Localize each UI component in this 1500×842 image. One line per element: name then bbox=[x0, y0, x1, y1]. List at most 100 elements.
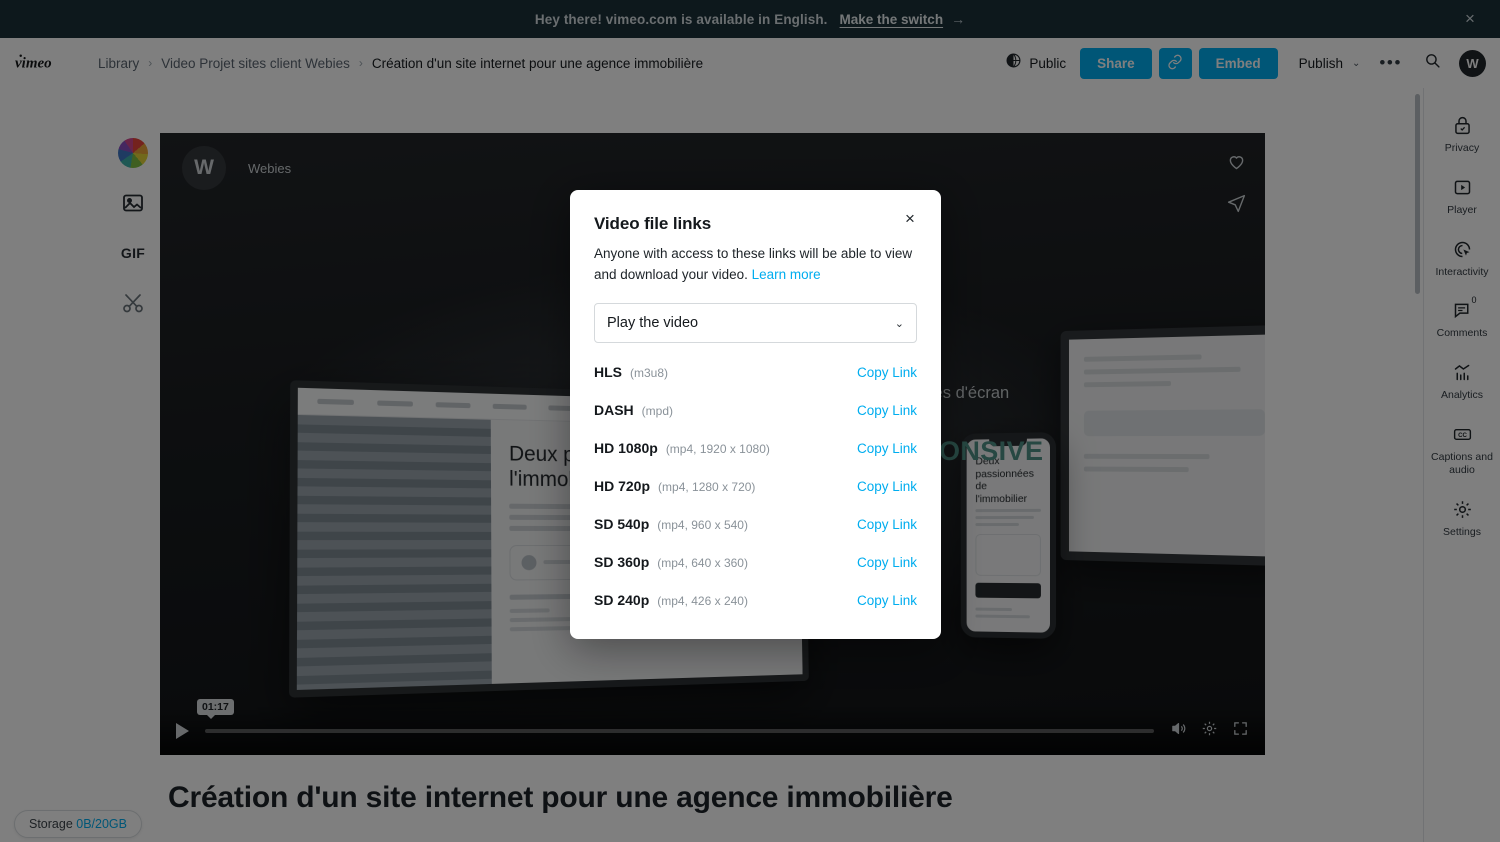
close-icon[interactable]: × bbox=[899, 208, 921, 230]
app-root: Hey there! vimeo.com is available in Eng… bbox=[0, 0, 1500, 842]
publish-button[interactable]: Publish ⌄ bbox=[1289, 48, 1367, 79]
copy-link-button[interactable]: Copy Link bbox=[857, 403, 917, 418]
copy-link-button[interactable]: Copy Link bbox=[857, 479, 917, 494]
modal-header: Video file links × bbox=[570, 209, 941, 234]
file-link-meta: (mpd) bbox=[641, 404, 674, 419]
page-title: Création d'un site internet pour une age… bbox=[168, 781, 953, 814]
link-type-select[interactable]: Play the video ⌄ bbox=[594, 303, 917, 344]
privacy-status[interactable]: Public bbox=[1005, 52, 1066, 74]
sidebar-label: Settings bbox=[1443, 525, 1481, 538]
copy-link-button[interactable]: Copy Link bbox=[857, 555, 917, 570]
player-icon bbox=[1452, 176, 1473, 199]
svg-text:vimeo: vimeo bbox=[15, 56, 52, 72]
gif-label: GIF bbox=[120, 245, 146, 261]
copy-link-button[interactable] bbox=[1158, 47, 1192, 79]
file-link-meta: (m3u8) bbox=[630, 366, 669, 381]
gear-icon bbox=[1452, 498, 1473, 521]
gif-icon[interactable]: GIF bbox=[116, 236, 150, 270]
copy-link-button[interactable]: Copy Link bbox=[857, 593, 917, 608]
captions-icon: CC bbox=[1452, 423, 1473, 446]
file-link-meta: (mp4, 960 x 540) bbox=[657, 518, 748, 533]
language-banner-message: Hey there! vimeo.com is available in Eng… bbox=[534, 11, 828, 27]
sidebar-item-interactivity[interactable]: Interactivity bbox=[1427, 238, 1497, 279]
lock-icon bbox=[1452, 114, 1473, 137]
sidebar-label: Privacy bbox=[1444, 142, 1480, 154]
close-icon[interactable]: × bbox=[1460, 9, 1480, 29]
file-link-meta: (mp4, 1280 x 720) bbox=[658, 480, 756, 495]
user-avatar[interactable]: W bbox=[1459, 49, 1486, 77]
learn-more-link[interactable]: Learn more bbox=[752, 267, 821, 282]
link-icon bbox=[1167, 54, 1183, 73]
sidebar-item-comments[interactable]: 0 Comments bbox=[1427, 295, 1497, 340]
share-arrow-icon[interactable] bbox=[1226, 193, 1247, 219]
play-button[interactable] bbox=[176, 723, 189, 739]
gear-icon[interactable] bbox=[1201, 720, 1218, 742]
copy-link-button[interactable]: Copy Link bbox=[857, 365, 917, 380]
file-link-name: SD 240p bbox=[594, 592, 650, 609]
breadcrumb-item-library[interactable]: Library bbox=[98, 56, 139, 71]
copy-link-button[interactable]: Copy Link bbox=[857, 441, 917, 456]
file-link-name: SD 540p bbox=[594, 516, 650, 533]
sidebar-item-settings[interactable]: Settings bbox=[1427, 498, 1497, 539]
sidebar-item-player[interactable]: Player bbox=[1427, 176, 1497, 217]
file-link-row: SD 360p (mp4, 640 x 360) Copy Link bbox=[570, 543, 941, 581]
channel-name[interactable]: Webies bbox=[248, 161, 291, 176]
file-links-list: HLS (m3u8) Copy Link DASH (mpd) Copy Lin… bbox=[570, 353, 941, 619]
modal-select-wrapper: Play the video ⌄ bbox=[570, 285, 941, 344]
more-options-button[interactable]: ••• bbox=[1366, 48, 1415, 79]
chevron-down-icon: ⌄ bbox=[894, 317, 904, 330]
color-wheel-icon[interactable] bbox=[116, 136, 150, 170]
storage-indicator[interactable]: Storage 0B/20GB bbox=[14, 810, 142, 838]
comments-icon: 0 bbox=[1452, 295, 1477, 322]
make-the-switch-link[interactable]: Make the switch bbox=[840, 12, 944, 27]
thumbnail-icon[interactable] bbox=[116, 186, 150, 220]
vimeo-logo[interactable]: vimeo bbox=[14, 51, 76, 75]
main-header: vimeo Library › Video Projet sites clien… bbox=[0, 38, 1500, 88]
sidebar-item-captions[interactable]: CC Captions and audio bbox=[1427, 423, 1497, 477]
analytics-icon bbox=[1452, 361, 1473, 384]
file-link-meta: (mp4, 1920 x 1080) bbox=[665, 442, 770, 457]
file-link-name: SD 360p bbox=[594, 554, 650, 571]
file-link-name: DASH bbox=[594, 402, 634, 419]
sidebar-item-analytics[interactable]: Analytics bbox=[1427, 361, 1497, 402]
language-banner: Hey there! vimeo.com is available in Eng… bbox=[0, 0, 1500, 38]
player-side-actions bbox=[1226, 151, 1247, 219]
player-controls: 01:17 bbox=[160, 699, 1265, 755]
globe-icon bbox=[1005, 52, 1022, 74]
file-link-row: SD 240p (mp4, 426 x 240) Copy Link bbox=[570, 581, 941, 619]
publish-label: Publish bbox=[1298, 55, 1343, 71]
chevron-right-icon: › bbox=[358, 56, 363, 70]
video-file-links-modal: Video file links × Anyone with access to… bbox=[570, 190, 941, 640]
embed-button[interactable]: Embed bbox=[1198, 47, 1278, 79]
storage-label: Storage bbox=[29, 817, 73, 831]
tablet-mockup bbox=[1060, 324, 1265, 567]
search-icon bbox=[1424, 52, 1441, 74]
arrow-right-icon: → bbox=[951, 11, 966, 27]
storage-value: 0B/20GB bbox=[76, 817, 127, 831]
page-scrollbar[interactable] bbox=[1415, 94, 1420, 294]
share-button[interactable]: Share bbox=[1080, 47, 1152, 79]
search-button[interactable] bbox=[1417, 48, 1447, 78]
file-link-meta: (mp4, 426 x 240) bbox=[657, 594, 748, 609]
file-link-row: HLS (m3u8) Copy Link bbox=[570, 353, 941, 391]
heart-icon[interactable] bbox=[1226, 151, 1247, 177]
settings-sidebar: Privacy Player Interactivity 0 Comments … bbox=[1424, 88, 1500, 842]
sidebar-label: Captions and audio bbox=[1431, 450, 1493, 476]
chevron-down-icon: ⌄ bbox=[1351, 57, 1361, 69]
volume-icon[interactable] bbox=[1170, 720, 1187, 742]
trim-scissors-icon[interactable] bbox=[116, 286, 150, 320]
file-link-row: HD 720p (mp4, 1280 x 720) Copy Link bbox=[570, 467, 941, 505]
breadcrumb-item-current: Création d'un site internet pour une age… bbox=[371, 55, 704, 71]
breadcrumb: Library › Video Projet sites client Webi… bbox=[98, 56, 703, 71]
sidebar-item-privacy[interactable]: Privacy bbox=[1427, 114, 1497, 155]
sidebar-label: Interactivity bbox=[1435, 265, 1489, 278]
header-actions: Public Share Embed Publish ⌄ ••• W bbox=[1005, 47, 1500, 79]
fullscreen-icon[interactable] bbox=[1232, 720, 1249, 742]
file-link-name: HD 1080p bbox=[594, 440, 658, 457]
breadcrumb-item-folder[interactable]: Video Projet sites client Webies bbox=[161, 56, 350, 71]
comments-badge: 0 bbox=[1471, 295, 1477, 306]
channel-avatar[interactable]: W bbox=[182, 146, 226, 190]
copy-link-button[interactable]: Copy Link bbox=[857, 517, 917, 532]
progress-scrubber[interactable]: 01:17 bbox=[197, 699, 1154, 733]
video-tools-rail: GIF bbox=[105, 136, 161, 320]
